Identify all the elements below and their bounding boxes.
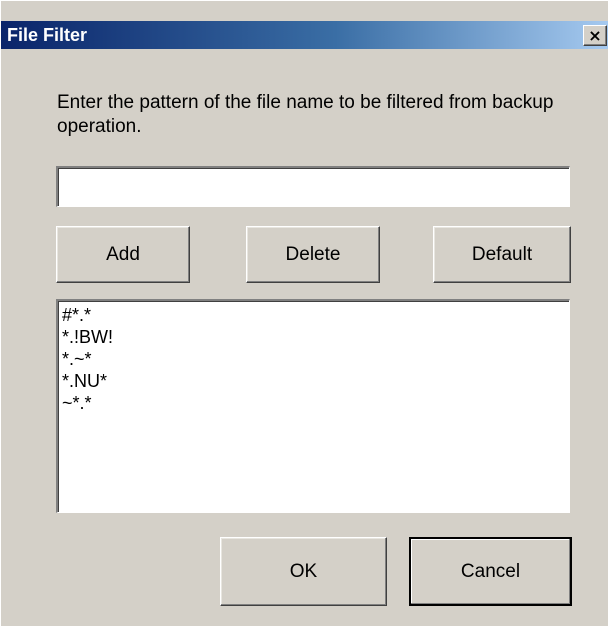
list-item[interactable]: *.~*	[62, 348, 565, 370]
pattern-input[interactable]	[56, 166, 570, 207]
pattern-list[interactable]: #*.* *.!BW! *.~* *.NU* ~*.*	[56, 299, 570, 513]
file-filter-dialog: File Filter × Enter the pattern of the f…	[0, 0, 608, 626]
instruction-text: Enter the pattern of the file name to be…	[57, 92, 554, 137]
default-button[interactable]: Default	[433, 226, 571, 283]
ok-button[interactable]: OK	[220, 537, 387, 606]
delete-button[interactable]: Delete	[246, 226, 380, 283]
list-item[interactable]: #*.*	[62, 304, 565, 326]
cancel-button[interactable]: Cancel	[409, 537, 572, 606]
window-title: File Filter	[7, 25, 88, 45]
title-bar[interactable]: File Filter	[1, 21, 608, 49]
add-button[interactable]: Add	[56, 226, 190, 283]
close-icon: ×	[588, 26, 602, 45]
list-item[interactable]: *.NU*	[62, 370, 565, 392]
list-item[interactable]: *.!BW!	[62, 326, 565, 348]
close-button[interactable]: ×	[583, 25, 607, 46]
list-item[interactable]: ~*.*	[62, 392, 565, 414]
